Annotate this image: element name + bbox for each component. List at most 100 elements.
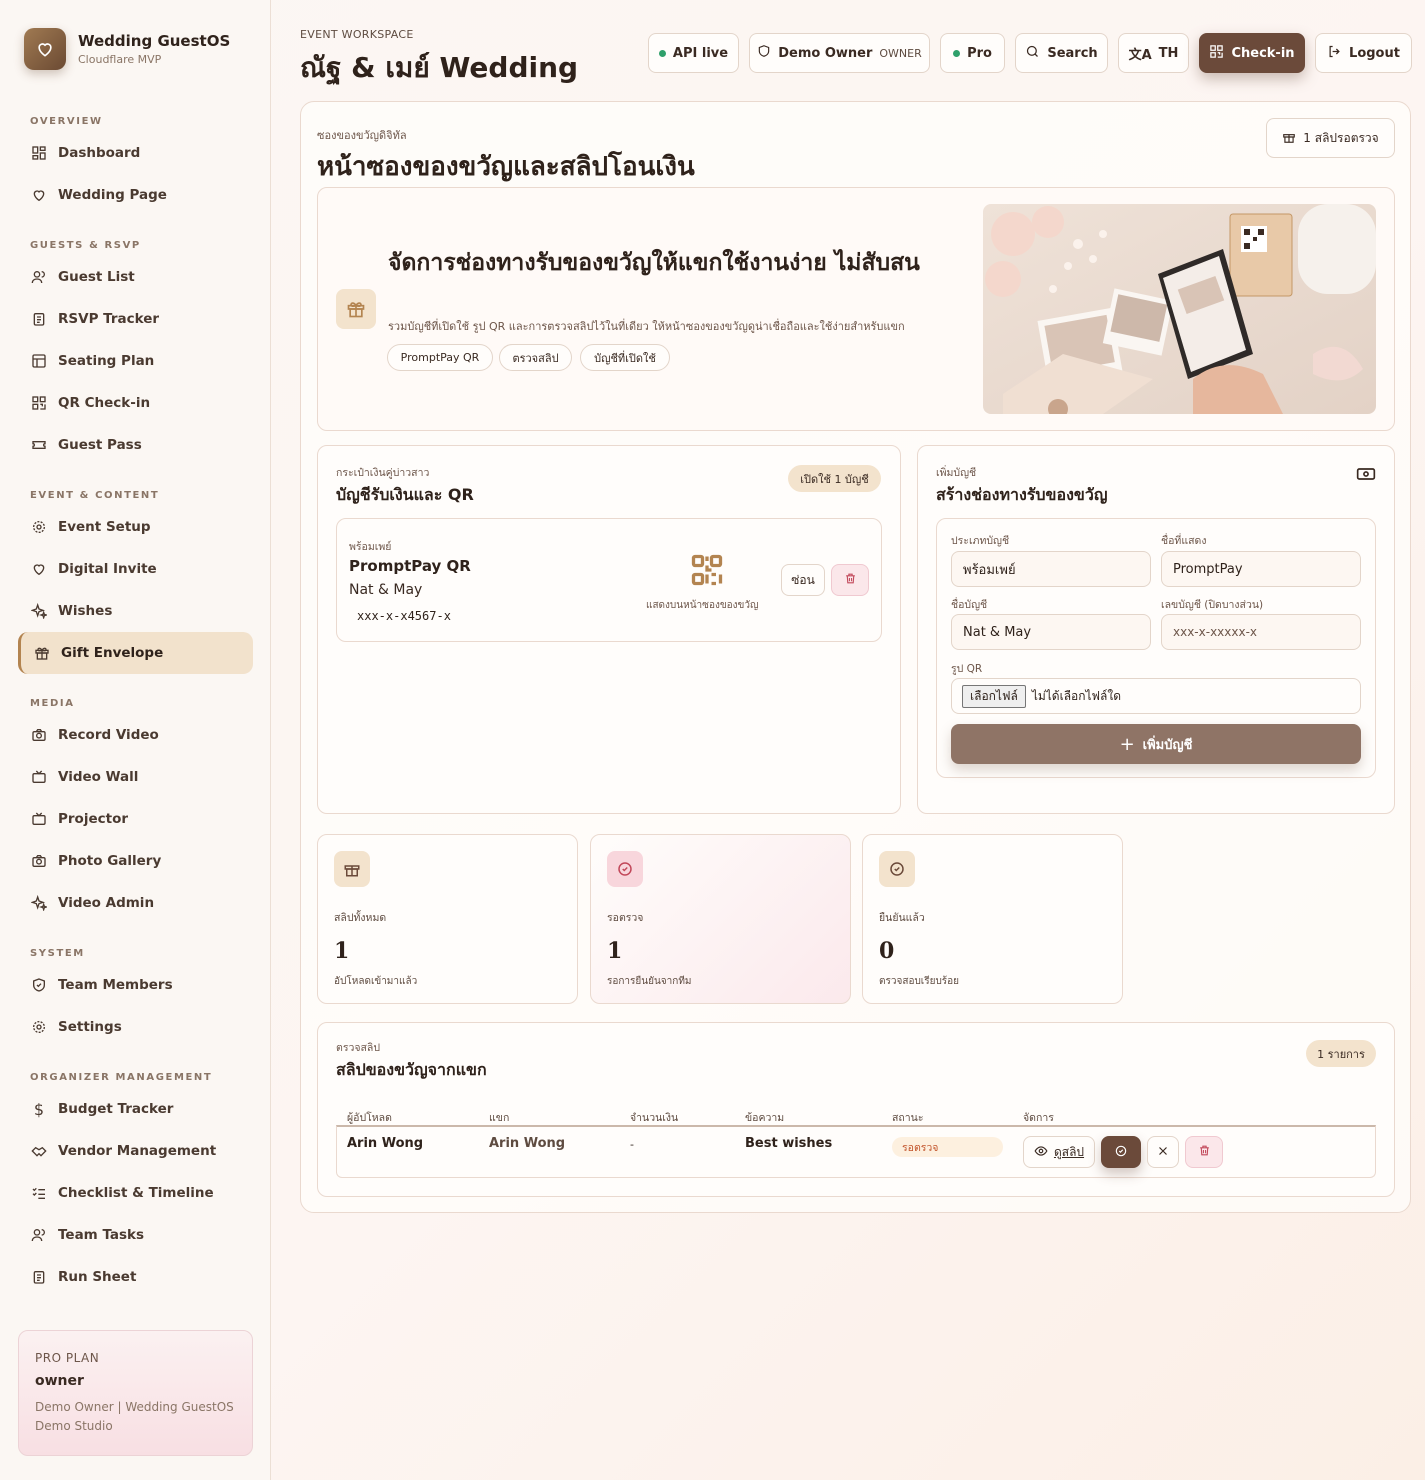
view-slip-button[interactable]: ดูสลิป <box>1023 1136 1095 1168</box>
display-name-label: ชื่อที่แสดง <box>1161 535 1207 547</box>
user-button[interactable]: Demo Owner OWNER <box>749 33 930 73</box>
plan-label: Pro <box>967 45 992 61</box>
sidebar-item-projector[interactable]: Projector <box>18 798 253 840</box>
pending-slips-button[interactable]: 1 สลิปรอตรวจ <box>1266 118 1395 158</box>
hide-account-button[interactable]: ซ่อน <box>781 564 825 596</box>
nav-section-system: SYSTEM <box>30 948 85 959</box>
search-button[interactable]: Search <box>1015 33 1108 73</box>
sidebar-item-photo-gallery[interactable]: Photo Gallery <box>18 840 253 882</box>
column-amount: จำนวนเงิน <box>630 1112 679 1124</box>
row-message: Best wishes <box>745 1136 833 1151</box>
column-message: ข้อความ <box>745 1112 785 1124</box>
nav-section-guests: GUESTS & RSVP <box>30 240 141 251</box>
gift-icon <box>336 289 376 329</box>
stat-confirmed-value: 0 <box>879 938 895 964</box>
stat-confirmed-label: ยืนยันแล้ว <box>879 912 925 924</box>
logout-button[interactable]: Logout <box>1315 33 1412 73</box>
stat-pending-sub: รอการยืนยันจากทีม <box>607 976 692 987</box>
wallet-kicker: กระเป๋าเงินคู่บ่าวสาว <box>336 467 430 479</box>
sidebar-item-label: Run Sheet <box>58 1269 137 1285</box>
translate-icon: 文A <box>1128 47 1152 63</box>
status-dot-icon <box>953 49 961 57</box>
trash-icon <box>1198 1144 1211 1160</box>
sidebar-item-digital-invite[interactable]: Digital Invite <box>18 548 253 590</box>
account-number: xxx-x-x4567-x <box>357 609 451 623</box>
tv-icon <box>30 768 48 786</box>
nav-section-media: MEDIA <box>30 698 75 709</box>
sidebar-item-event-setup[interactable]: Event Setup <box>18 506 253 548</box>
sidebar-item-label: Projector <box>58 811 128 827</box>
account-number-input[interactable]: xxx-x-xxxxx-x <box>1161 614 1361 650</box>
cash-icon <box>1356 466 1376 486</box>
hero-chip-active-accounts: บัญชีที่เปิดใช้ <box>580 344 670 371</box>
sidebar-item-guest-list[interactable]: Guest List <box>18 256 253 298</box>
nav-section-overview: OVERVIEW <box>30 116 103 127</box>
sidebar-item-checklist-timeline[interactable]: Checklist & Timeline <box>18 1172 253 1214</box>
language-button[interactable]: 文A TH <box>1118 33 1189 73</box>
account-holder-name: Nat & May <box>349 582 423 598</box>
camera-icon <box>30 852 48 870</box>
approve-slip-button[interactable] <box>1101 1136 1141 1168</box>
sidebar-item-wishes[interactable]: Wishes <box>18 590 253 632</box>
sidebar-item-settings[interactable]: Settings <box>18 1006 253 1048</box>
account-type-select[interactable]: พร้อมเพย์ <box>951 551 1151 587</box>
status-dot-icon <box>658 49 666 57</box>
ticket-icon <box>30 436 48 454</box>
api-status-label: API live <box>672 45 729 61</box>
sidebar-item-label: Team Members <box>58 977 173 993</box>
sidebar-item-budget-tracker[interactable]: $ Budget Tracker <box>18 1088 253 1130</box>
check-in-label: Check-in <box>1231 45 1295 61</box>
sparkles-icon <box>30 894 48 912</box>
reject-slip-button[interactable] <box>1147 1136 1179 1168</box>
delete-slip-button[interactable] <box>1185 1136 1223 1168</box>
sidebar-item-label: QR Check-in <box>58 395 151 411</box>
sidebar-item-team-tasks[interactable]: Team Tasks <box>18 1214 253 1256</box>
page-title: ณัฐ & เมย์ Wedding <box>300 51 579 84</box>
sidebar-item-label: Record Video <box>58 727 159 743</box>
sidebar-item-record-video[interactable]: Record Video <box>18 714 253 756</box>
plan-card: PRO PLAN owner Demo Owner | Wedding Gues… <box>18 1330 253 1456</box>
api-status-button[interactable]: API live <box>648 33 739 73</box>
sidebar-item-rsvp-tracker[interactable]: RSVP Tracker <box>18 298 253 340</box>
sidebar-item-dashboard[interactable]: Dashboard <box>18 132 253 174</box>
display-name-input[interactable]: PromptPay <box>1161 551 1361 587</box>
close-icon <box>1157 1145 1169 1160</box>
sidebar-item-wedding-page[interactable]: Wedding Page <box>18 174 253 216</box>
brand[interactable]: Wedding GuestOS Cloudflare MVP <box>24 28 230 70</box>
hero-description: รวมบัญชีที่เปิดใช้ รูป QR และการตรวจสลิป… <box>388 320 905 333</box>
sidebar-item-label: Event Setup <box>58 519 151 535</box>
sidebar-item-label: Budget Tracker <box>58 1101 174 1117</box>
sidebar-item-label: Video Admin <box>58 895 155 911</box>
layout-icon <box>30 352 48 370</box>
sidebar-item-gift-envelope[interactable]: Gift Envelope <box>18 632 253 674</box>
delete-account-button[interactable] <box>831 564 869 596</box>
sidebar-item-video-admin[interactable]: Video Admin <box>18 882 253 924</box>
sidebar-item-team-members[interactable]: Team Members <box>18 964 253 1006</box>
sidebar-item-label: Dashboard <box>58 145 141 161</box>
sidebar-item-guest-pass[interactable]: Guest Pass <box>18 424 253 466</box>
sparkles-icon <box>30 602 48 620</box>
sidebar-item-video-wall[interactable]: Video Wall <box>18 756 253 798</box>
qr-upload-label: รูป QR <box>951 663 983 675</box>
nav-section-organizer: ORGANIZER MANAGEMENT <box>30 1072 213 1083</box>
account-number-label: เลขบัญชี (ปิดบางส่วน) <box>1161 599 1264 611</box>
file-status: ไม่ได้เลือกไฟล์ใด <box>1031 688 1122 703</box>
view-slip-label: ดูสลิป <box>1053 1144 1085 1159</box>
add-account-button[interactable]: + เพิ่มบัญชี <box>951 724 1361 764</box>
qr-file-input[interactable]: เลือกไฟล์ ไม่ได้เลือกไฟล์ใด <box>951 678 1361 714</box>
sidebar-item-label: Settings <box>58 1019 122 1035</box>
checklist-icon <box>30 1184 48 1202</box>
column-actions: จัดการ <box>1023 1112 1054 1124</box>
row-uploader: Arin Wong <box>347 1136 424 1151</box>
pending-slips-label: 1 สลิปรอตรวจ <box>1303 130 1379 145</box>
sidebar-item-qr-check-in[interactable]: QR Check-in <box>18 382 253 424</box>
account-type: พร้อมเพย์ <box>349 541 392 553</box>
plan-button[interactable]: Pro <box>940 33 1005 73</box>
sidebar-item-vendor-management[interactable]: Vendor Management <box>18 1130 253 1172</box>
choose-file-button[interactable]: เลือกไฟล์ <box>962 684 1026 708</box>
sidebar-item-seating-plan[interactable]: Seating Plan <box>18 340 253 382</box>
sidebar-item-run-sheet[interactable]: Run Sheet <box>18 1256 253 1298</box>
sidebar-item-label: RSVP Tracker <box>58 311 160 327</box>
check-in-button[interactable]: Check-in <box>1199 33 1305 73</box>
account-name-input[interactable]: Nat & May <box>951 614 1151 650</box>
